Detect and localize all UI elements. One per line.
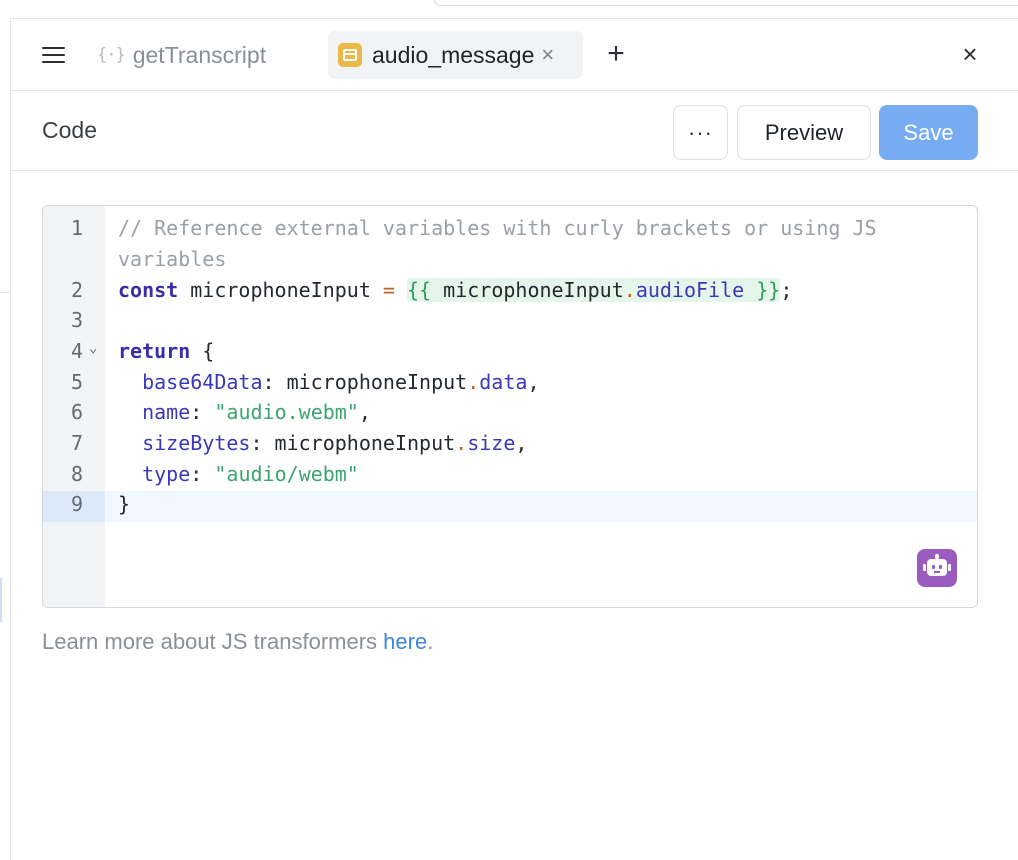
code-line-4: return {: [118, 339, 215, 363]
tab-bar: {·} getTranscript audio_message × + ×: [11, 19, 1018, 91]
tab-label: audio_message: [372, 41, 535, 68]
active-line-highlight: [105, 491, 977, 522]
help-text: Learn more about JS transformers here.: [42, 629, 434, 654]
line-number: 8: [70, 462, 83, 486]
save-button[interactable]: Save: [879, 105, 978, 160]
more-options-button[interactable]: ···: [673, 105, 728, 160]
line-number: 5: [70, 370, 83, 394]
code-editor-panel: {·} getTranscript audio_message × + × Co…: [11, 19, 1018, 860]
tab-label: getTranscript: [132, 41, 267, 68]
code-line-9: }: [118, 492, 131, 516]
editor-toolbar: Code ··· Preview Save: [11, 91, 1018, 171]
transformer-braces-icon: {·}: [97, 45, 126, 65]
template-expression: {{ microphoneInput.audioFile }}: [407, 278, 781, 302]
code-line-6: name: "audio.webm",: [142, 400, 371, 424]
code-line-7: sizeBytes: microphoneInput.size,: [142, 431, 528, 455]
line-number: 7: [70, 431, 83, 455]
line-number: 6: [70, 400, 83, 424]
background-selection-accent: [0, 578, 2, 622]
code-line-1: // Reference external variables with cur…: [118, 216, 877, 240]
line-number: 4: [70, 339, 83, 363]
add-tab-icon[interactable]: +: [603, 39, 629, 69]
menu-icon[interactable]: [42, 45, 66, 65]
line-number-gutter: 1 2 3 4 ⌄ 5 6 7 8 9: [43, 206, 105, 607]
tab-audio-message[interactable]: audio_message ×: [328, 31, 583, 79]
preview-button[interactable]: Preview: [737, 105, 871, 160]
line-number: 9: [70, 492, 83, 516]
code-line-5: base64Data: microphoneInput.data,: [142, 370, 540, 394]
code-editor[interactable]: 1 2 3 4 ⌄ 5 6 7 8 9 // Reference externa…: [42, 205, 978, 608]
code-line-1-wrap: variables: [118, 247, 227, 271]
docs-link[interactable]: here: [383, 629, 427, 654]
fold-chevron-icon[interactable]: ⌄: [89, 340, 97, 356]
background-top-strip: [434, 0, 1018, 6]
tab-close-icon[interactable]: ×: [541, 44, 554, 66]
background-divider-horizontal: [0, 292, 10, 293]
line-number: 1: [70, 216, 83, 240]
query-window-icon: [338, 43, 362, 67]
code-content[interactable]: // Reference external variables with cur…: [105, 206, 977, 607]
tab-get-transcript[interactable]: {·} getTranscript: [97, 31, 266, 79]
line-number: 2: [70, 278, 83, 302]
page-title: Code: [42, 117, 97, 143]
code-line-2: const microphoneInput = {{ microphoneInp…: [118, 278, 793, 302]
ai-assist-robot-icon[interactable]: [917, 549, 957, 587]
code-line-8: type: "audio/webm": [142, 462, 359, 486]
line-number: 3: [70, 308, 83, 332]
close-panel-icon[interactable]: ×: [957, 41, 983, 67]
